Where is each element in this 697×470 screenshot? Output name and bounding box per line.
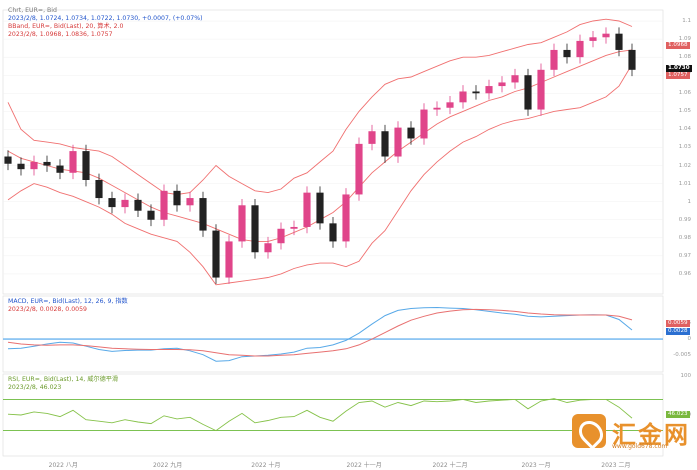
candle-body: [576, 40, 584, 58]
candle-body: [446, 102, 454, 108]
price-tick-label: 1: [687, 198, 692, 205]
macd-tick-label: -0.005: [673, 352, 691, 359]
price-tick-label: 1.04: [678, 126, 691, 133]
lower-band-tag: 1.0757: [666, 72, 690, 79]
candle-body: [134, 199, 142, 211]
price-tick-label: 1.05: [678, 108, 691, 115]
candle-body: [524, 75, 532, 110]
price-tick-label: 1.02: [678, 162, 691, 169]
candle-body: [238, 205, 246, 242]
price-tick-label: 0.98: [678, 234, 691, 241]
price-tick-label: 1.1: [682, 18, 691, 25]
candle-body: [264, 243, 272, 253]
rsi-lines: [3, 398, 663, 432]
candle-body: [303, 192, 311, 227]
macd-lines: [3, 306, 663, 362]
candle-body: [4, 156, 12, 164]
candle-body: [95, 180, 103, 199]
candle-body: [342, 194, 350, 242]
candle-body: [472, 91, 480, 94]
candle-body: [186, 198, 194, 206]
candle-body: [407, 127, 415, 139]
candle-body: [459, 91, 467, 103]
candle-body: [30, 161, 38, 170]
price-tick-label: 0.99: [678, 216, 691, 223]
macd-signal-tag: 0.0059: [666, 320, 690, 327]
x-tick-label: 2022 九月: [153, 462, 183, 469]
candle-body: [394, 127, 402, 157]
candle-body: [199, 198, 207, 231]
gold678-logo: 汇金网 www.gold678.com: [572, 414, 690, 452]
candle-body: [550, 49, 558, 70]
candle-body: [381, 131, 389, 157]
candle-body: [563, 49, 571, 58]
macd-value-tag: 0.0028: [666, 328, 690, 335]
price-panel-label: Chrt, EUR=, Bid: [8, 7, 57, 14]
candles: [4, 27, 636, 284]
price-line: 2023/2/8, 1.0724, 1.0734, 1.0722, 1.0730…: [8, 15, 203, 22]
chart-canvas: [2, 9, 664, 457]
x-tick-label: 2022 十一月: [346, 462, 382, 469]
candle-body: [147, 210, 155, 220]
rsi-panel-frame: [2, 373, 664, 457]
price-tick-label: 0.96: [678, 270, 691, 277]
x-tick-label: 2022 十二月: [432, 462, 468, 469]
candle-body: [511, 75, 519, 83]
macd-panel-frame: [2, 295, 664, 373]
chart-window: Chrt, EUR=, Bid 2023/2/8, 1.0724, 1.0734…: [0, 0, 697, 470]
macd-values: 2023/2/8, 0.0028, 0.0059: [8, 306, 87, 313]
candle-body: [420, 109, 428, 139]
price-tick-label: 1.03: [678, 144, 691, 151]
candle-body: [121, 199, 129, 208]
candle-body: [56, 165, 64, 173]
price-tick-label: 1.08: [678, 54, 691, 61]
candle-body: [485, 86, 493, 94]
price-tick-label: 1.06: [678, 90, 691, 97]
candle-body: [173, 190, 181, 206]
candle-body: [251, 205, 259, 253]
macd-line: [7, 306, 633, 362]
price-tick-label: 1.01: [678, 180, 691, 187]
candle-body: [602, 33, 610, 38]
price-tick-label: 0.97: [678, 252, 691, 259]
candle-body: [628, 49, 636, 70]
candle-body: [277, 228, 285, 244]
logo-mark-icon: [572, 414, 608, 450]
x-tick-label: 2022 十月: [251, 462, 281, 469]
candle-body: [537, 69, 545, 110]
bband-label: BBand, EUR=, Bid(Last), 20, 算术, 2.0: [8, 23, 124, 30]
candle-body: [69, 151, 77, 173]
upper-band-tag: 1.0968: [666, 42, 690, 49]
candle-body: [290, 226, 298, 229]
x-tick-label: 2022 八月: [48, 462, 78, 469]
macd-tick-label: 0: [687, 336, 692, 343]
x-tick-label: 2023 二月: [601, 462, 631, 469]
last-price-tag: 1.0730: [666, 65, 692, 72]
candle-body: [355, 143, 363, 195]
candle-body: [160, 190, 168, 220]
candle-body: [316, 192, 324, 224]
rsi-values: 2023/2/8, 46.023: [8, 384, 62, 391]
rsi-tick-label: 100: [680, 373, 692, 379]
candle-body: [615, 33, 623, 50]
candle-body: [82, 151, 90, 180]
candle-body: [17, 163, 25, 170]
bollinger-bands: [7, 18, 633, 286]
candle-body: [329, 223, 337, 242]
candle-body: [43, 161, 51, 166]
candle-body: [108, 198, 116, 208]
candle-body: [433, 107, 441, 110]
candle-body: [225, 241, 233, 278]
logo-url: www.gold678.com: [612, 443, 668, 450]
x-tick-label: 2023 一月: [521, 462, 551, 469]
candle-body: [498, 82, 506, 87]
macd-label: MACD, EUR=, Bid(Last), 12, 26, 9, 指数: [8, 298, 128, 305]
candle-body: [368, 131, 376, 144]
candle-body: [589, 37, 597, 41]
rsi-label: RSI, EUR=, Bid(Last), 14, 威尔德平滑: [8, 376, 119, 383]
candle-body: [212, 230, 220, 278]
bband-values: 2023/2/8, 1.0968, 1.0836, 1.0757: [8, 31, 113, 38]
rsi-line: [7, 398, 633, 432]
